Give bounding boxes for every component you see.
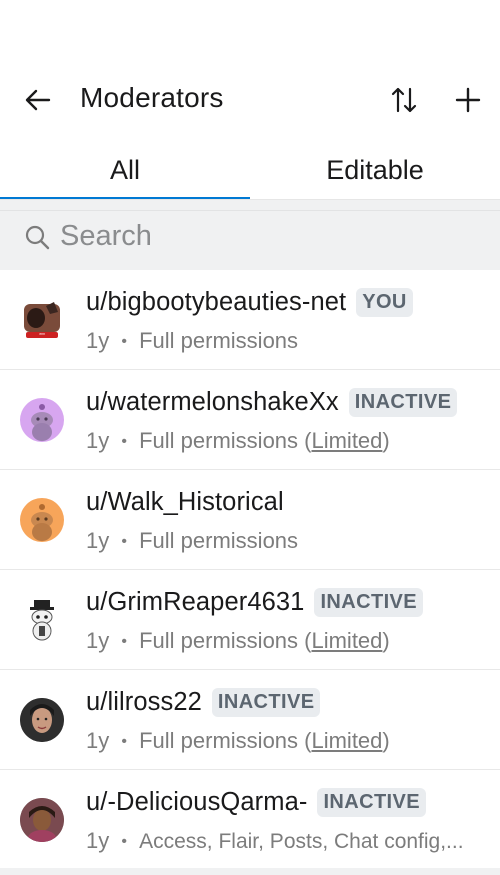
- snoo-hat-avatar-icon: [30, 600, 54, 641]
- avatar: ***: [20, 298, 64, 342]
- permissions-text: Full permissions (: [139, 428, 312, 453]
- inactive-badge: INACTIVE: [314, 588, 424, 617]
- avatar: [20, 798, 64, 842]
- snoo-avatar-icon: [31, 404, 53, 441]
- permissions-line: 1y • Full permissions (Limited): [86, 628, 390, 654]
- permissions-text: Full permissions (: [139, 628, 312, 653]
- limited-link[interactable]: Limited: [311, 728, 382, 753]
- permissions-text: Full permissions: [139, 328, 299, 353]
- tab-editable[interactable]: Editable: [250, 140, 500, 200]
- separator-dot: •: [121, 633, 127, 650]
- status-bar-area: [0, 0, 500, 60]
- moderator-row[interactable]: u/-DeliciousQarma- INACTIVE 1y • Access,…: [0, 770, 500, 870]
- account-age: 1y: [86, 428, 110, 453]
- moderator-row[interactable]: u/watermelonshakeXx INACTIVE 1y • Full p…: [0, 370, 500, 470]
- name-line: u/Walk_Historical: [86, 488, 284, 517]
- username[interactable]: u/-DeliciousQarma-: [86, 788, 307, 817]
- separator-dot: •: [121, 833, 127, 850]
- separator-dot: •: [121, 433, 127, 450]
- username[interactable]: u/lilross22: [86, 688, 202, 717]
- moderator-row[interactable]: u/lilross22 INACTIVE 1y • Full permissio…: [0, 670, 500, 770]
- you-badge: YOU: [356, 288, 413, 317]
- moderator-row[interactable]: *** u/bigbootybeauties-net YOU 1y • Full…: [0, 270, 500, 370]
- inactive-badge: INACTIVE: [348, 388, 458, 417]
- name-line: u/GrimReaper4631 INACTIVE: [86, 588, 424, 617]
- search-input[interactable]: [60, 220, 460, 253]
- moderator-row[interactable]: u/Walk_Historical 1y • Full permissions: [0, 470, 500, 570]
- permissions-line: 1y • Full permissions (Limited): [86, 728, 390, 754]
- back-button[interactable]: [20, 82, 56, 118]
- account-age: 1y: [86, 328, 110, 353]
- account-age: 1y: [86, 628, 110, 653]
- name-line: u/watermelonshakeXx INACTIVE: [86, 388, 458, 417]
- account-age: 1y: [86, 528, 110, 553]
- permissions-line: 1y • Full permissions: [86, 528, 298, 554]
- avatar: [20, 398, 64, 442]
- close-paren: ): [382, 728, 390, 753]
- avatar: [20, 498, 64, 542]
- close-paren: ): [382, 428, 390, 453]
- moderator-row[interactable]: u/GrimReaper4631 INACTIVE 1y • Full perm…: [0, 570, 500, 670]
- arrow-left-icon: [25, 89, 51, 111]
- sort-icon: [391, 87, 417, 113]
- username[interactable]: u/bigbootybeauties-net: [86, 288, 346, 317]
- moderator-list: *** u/bigbootybeauties-net YOU 1y • Full…: [0, 270, 500, 870]
- page-title: Moderators: [80, 82, 224, 113]
- permissions-line: 1y • Full permissions: [86, 328, 298, 354]
- inactive-badge: INACTIVE: [211, 688, 321, 717]
- account-age: 1y: [86, 728, 110, 753]
- search-box[interactable]: [0, 210, 500, 262]
- username[interactable]: u/watermelonshakeXx: [86, 388, 339, 417]
- bottom-divider: [0, 868, 500, 875]
- add-moderator-button[interactable]: [450, 82, 486, 118]
- tab-all[interactable]: All: [0, 140, 250, 200]
- snoo-avatar-icon: [31, 504, 53, 541]
- photo-avatar-icon: [20, 798, 64, 842]
- avatar: [20, 698, 64, 742]
- separator-dot: •: [121, 333, 127, 350]
- permissions-text: Full permissions (: [139, 728, 312, 753]
- sort-button[interactable]: [386, 82, 422, 118]
- plus-icon: [455, 87, 481, 113]
- inactive-badge: INACTIVE: [317, 788, 426, 817]
- account-age: 1y: [86, 828, 110, 853]
- photo-avatar-icon: [20, 698, 64, 742]
- tab-bar: All Editable: [0, 140, 500, 200]
- username[interactable]: u/Walk_Historical: [86, 488, 284, 517]
- avatar-text: ***: [39, 333, 45, 339]
- search-icon: [22, 222, 52, 252]
- custom-avatar-icon: ***: [24, 302, 60, 339]
- limited-link[interactable]: Limited: [311, 428, 382, 453]
- close-paren: ): [382, 628, 390, 653]
- search-container: [0, 200, 500, 270]
- permissions-line: 1y • Full permissions (Limited): [86, 428, 390, 454]
- name-line: u/lilross22 INACTIVE: [86, 688, 321, 717]
- permissions-text: Access, Flair, Posts, Chat config,...: [139, 830, 464, 853]
- permissions-line: 1y • Access, Flair, Posts, Chat config,.…: [86, 828, 464, 854]
- app-bar: Moderators: [0, 70, 500, 130]
- separator-dot: •: [121, 533, 127, 550]
- name-line: u/bigbootybeauties-net YOU: [86, 288, 413, 317]
- separator-dot: •: [121, 733, 127, 750]
- limited-link[interactable]: Limited: [311, 628, 382, 653]
- avatar: [20, 598, 64, 642]
- permissions-text: Full permissions: [139, 528, 299, 553]
- username[interactable]: u/GrimReaper4631: [86, 588, 304, 617]
- name-line: u/-DeliciousQarma- INACTIVE: [86, 788, 426, 817]
